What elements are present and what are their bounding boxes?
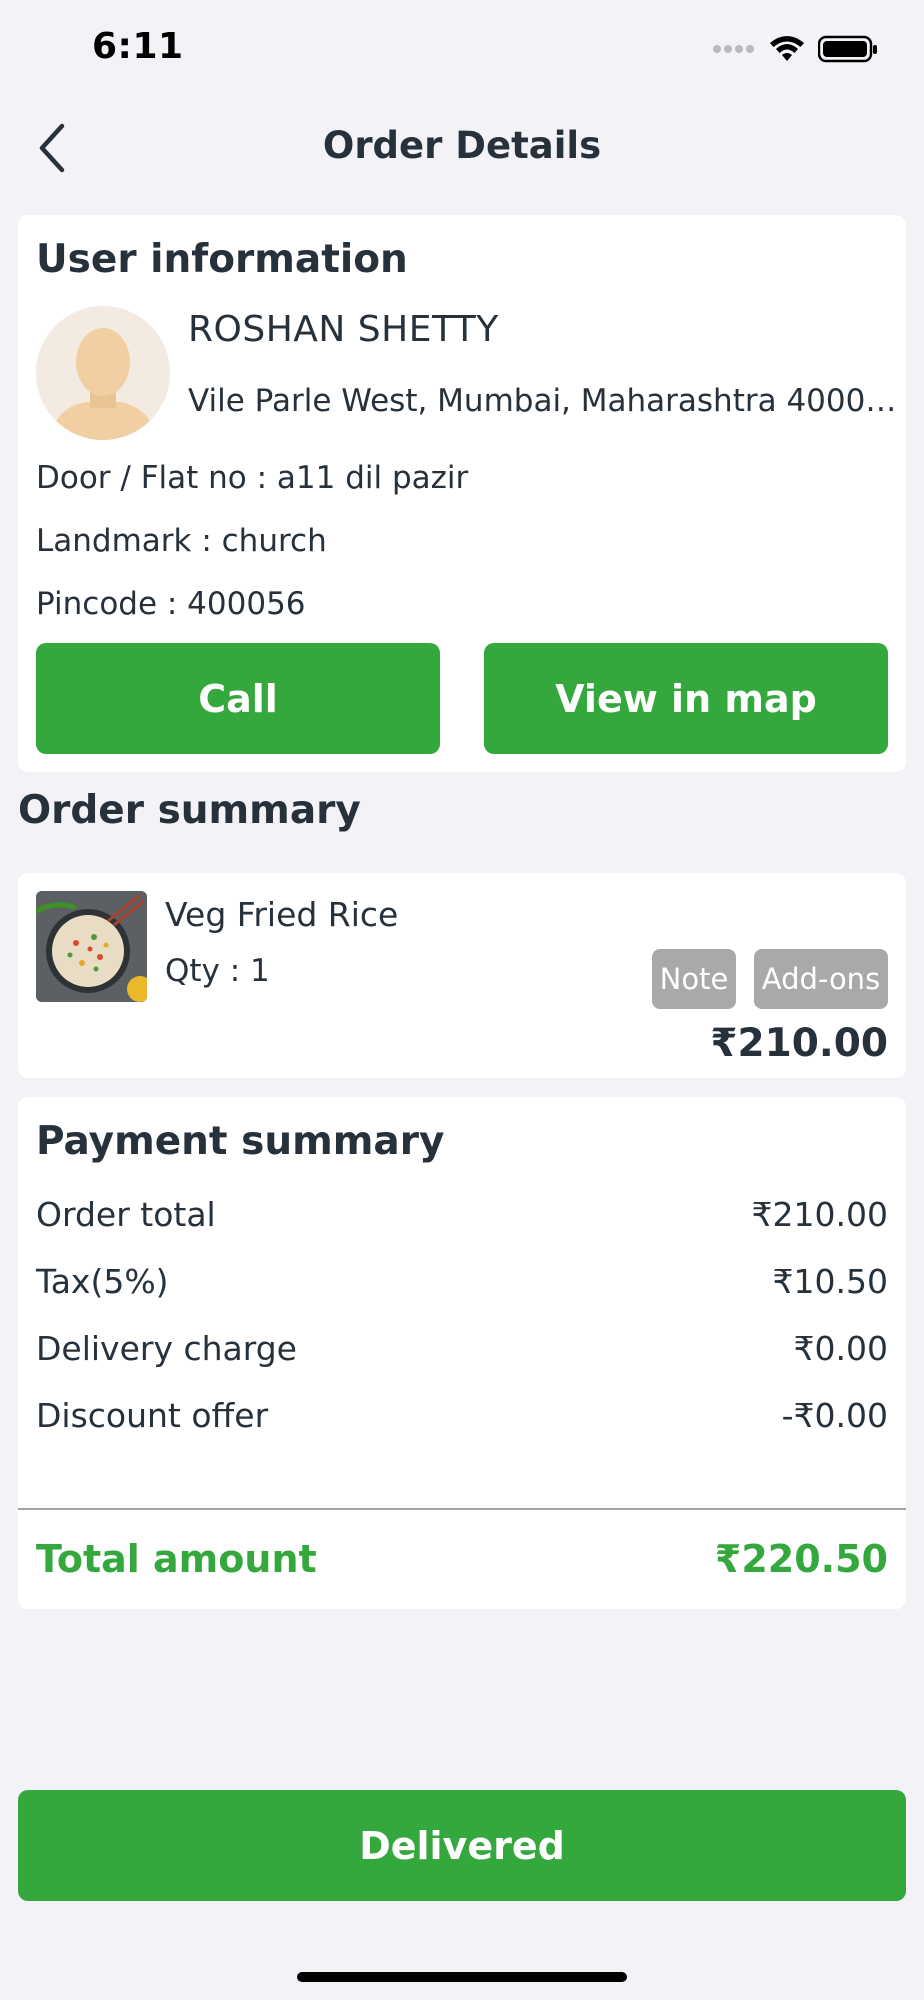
status-time: 6:11 <box>92 26 184 67</box>
order-item-card: Veg Fried Rice Qty : 1 Note Add-ons ₹210… <box>18 873 906 1078</box>
delivered-button[interactable]: Delivered <box>18 1790 906 1901</box>
payment-row-value: ₹0.00 <box>793 1329 888 1368</box>
signal-icon <box>713 45 754 53</box>
payment-row-label: Tax(5%) <box>36 1262 169 1301</box>
payment-row-value: ₹10.50 <box>772 1262 888 1301</box>
payment-summary-title: Payment summary <box>36 1119 445 1164</box>
payment-row: Delivery charge ₹0.00 <box>36 1329 888 1368</box>
fried-rice-image-icon <box>36 891 147 1002</box>
home-indicator <box>297 1972 627 1982</box>
total-amount-row: Total amount ₹220.50 <box>36 1537 888 1581</box>
item-name: Veg Fried Rice <box>165 895 399 934</box>
food-image <box>36 891 147 1002</box>
status-bar: 6:11 <box>0 0 924 100</box>
payment-row-value: ₹210.00 <box>751 1195 888 1234</box>
battery-icon <box>818 35 877 63</box>
door-flat-info: Door / Flat no : a11 dil pazir <box>36 460 469 496</box>
total-amount-value: ₹220.50 <box>714 1537 888 1581</box>
divider <box>18 1508 906 1510</box>
call-button[interactable]: Call <box>36 643 440 754</box>
view-in-map-button[interactable]: View in map <box>484 643 888 754</box>
total-amount-label: Total amount <box>36 1537 317 1581</box>
page-title: Order Details <box>322 124 602 167</box>
payment-row-value: -₹0.00 <box>781 1396 888 1435</box>
note-button[interactable]: Note <box>652 949 736 1009</box>
payment-row: Tax(5%) ₹10.50 <box>36 1262 888 1301</box>
payment-row-label: Delivery charge <box>36 1329 297 1368</box>
status-icons <box>712 34 878 64</box>
payment-row-label: Order total <box>36 1195 216 1234</box>
nav-bar: Order Details <box>0 100 924 196</box>
user-address: Vile Parle West, Mumbai, Maharashtra 400… <box>188 383 905 419</box>
user-information-card: User information ROSHAN SHETTY Vile Parl… <box>18 215 906 772</box>
user-name: ROSHAN SHETTY <box>188 309 499 350</box>
avatar <box>36 306 170 440</box>
payment-row: Discount offer -₹0.00 <box>36 1396 888 1435</box>
order-summary-title: Order summary <box>18 788 361 833</box>
add-ons-button[interactable]: Add-ons <box>754 949 888 1009</box>
wifi-icon <box>770 36 804 61</box>
payment-summary-card: Payment summary Order total ₹210.00 Tax(… <box>18 1097 906 1609</box>
pincode-info: Pincode : 400056 <box>36 586 306 622</box>
landmark-info: Landmark : church <box>36 523 327 559</box>
payment-row-label: Discount offer <box>36 1396 269 1435</box>
user-information-title: User information <box>36 237 408 282</box>
item-price: ₹210.00 <box>710 1021 888 1066</box>
item-quantity: Qty : 1 <box>165 953 270 989</box>
user-avatar-icon <box>36 306 170 440</box>
payment-row: Order total ₹210.00 <box>36 1195 888 1234</box>
